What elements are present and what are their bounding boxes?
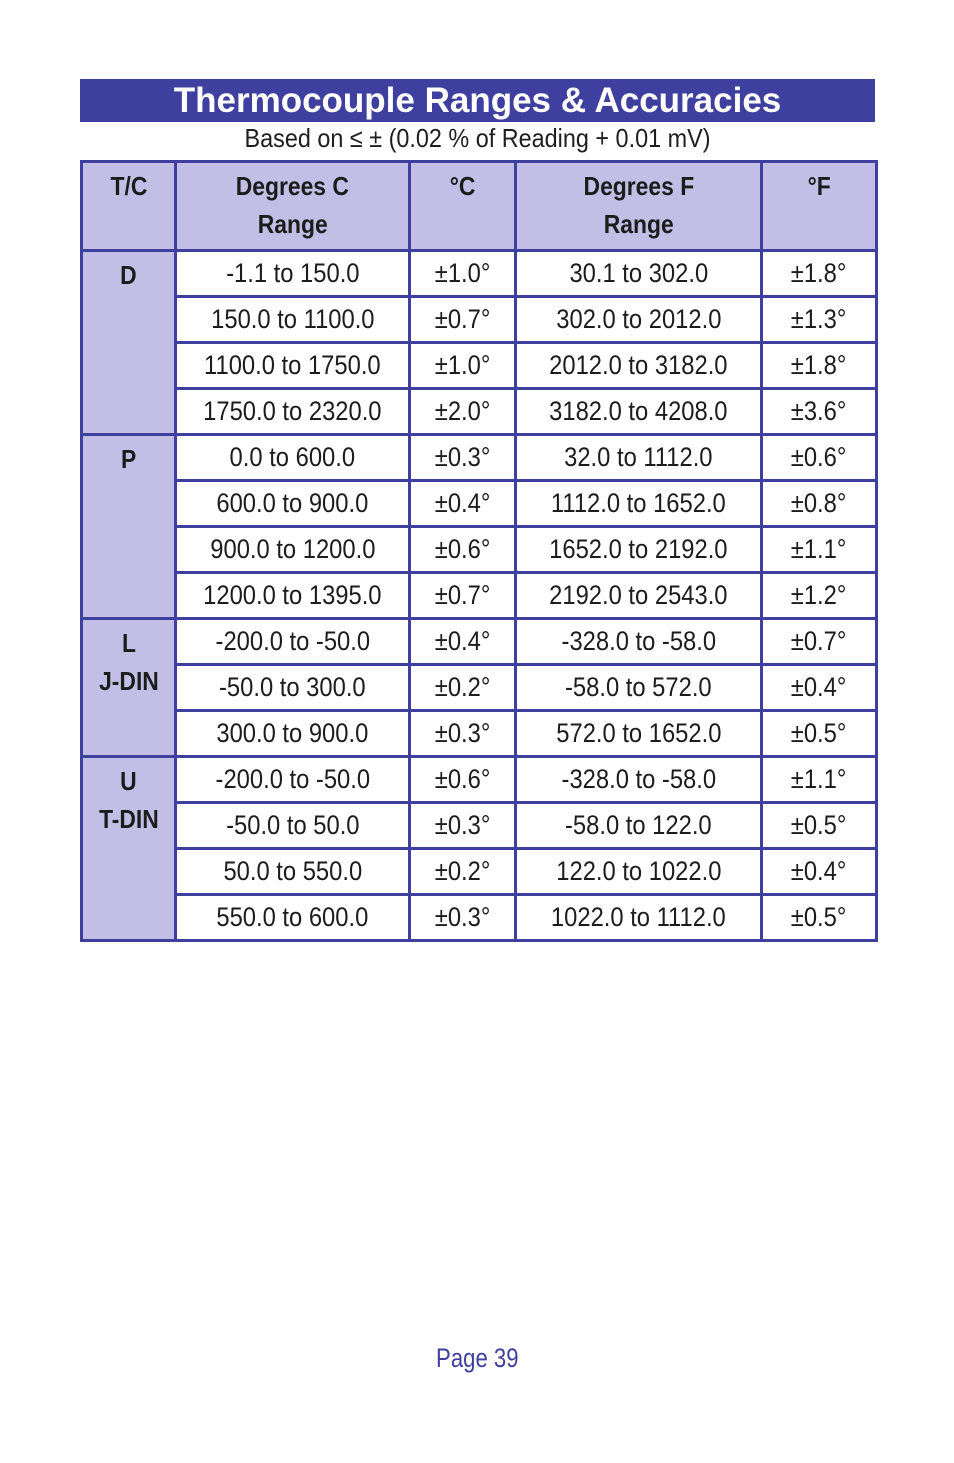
fahrenheit-range-cell: -58.0 to 122.0: [514, 801, 763, 850]
table-row: 1100.0 to 1750.0 ±1.0° 2012.0 to 3182.0 ±1.…: [82, 341, 878, 390]
celsius-accuracy-cell: ±0.6°: [408, 525, 517, 574]
thermocouple-type-cell: U T-DIN: [80, 755, 177, 942]
celsius-accuracy-cell: ±0.3°: [408, 801, 517, 850]
header-f-range: Degrees F Range: [514, 160, 763, 252]
celsius-range-cell: 50.0 to 550.0: [174, 847, 411, 896]
celsius-accuracy-cell: ±0.2°: [408, 663, 517, 712]
header-c-range: Degrees C Range: [174, 160, 411, 252]
fahrenheit-range-cell: 1112.0 to 1652.0: [514, 479, 763, 528]
table-row: U T-DIN -200.0 to -50.0 ±0.6° -328.0 to -58.…: [80, 755, 878, 942]
fahrenheit-range-cell: 3182.0 to 4208.0: [514, 387, 763, 436]
fahrenheit-range-cell: 122.0 to 1022.0: [514, 847, 763, 896]
celsius-range-cell: -50.0 to 50.0: [174, 801, 411, 850]
celsius-range-cell: -1.1 to 150.0: [174, 249, 411, 298]
table-row: D -1.1 to 150.0 ±1.0° 30.1 to 302.0 ±1.8°: [80, 249, 878, 436]
celsius-accuracy-cell: ±2.0°: [408, 387, 517, 436]
fahrenheit-accuracy-cell: ±3.6°: [760, 387, 878, 436]
fahrenheit-accuracy-cell: ±1.8°: [760, 249, 878, 298]
header-tc: T/C: [80, 160, 177, 252]
celsius-accuracy-cell: ±0.3°: [408, 433, 517, 482]
fahrenheit-range-cell: 572.0 to 1652.0: [514, 709, 763, 758]
table-row: -50.0 to 300.0 ±0.2° -58.0 to 572.0 ±0.4°: [82, 663, 878, 712]
fahrenheit-accuracy-cell: ±0.7°: [760, 617, 878, 666]
celsius-range-cell: 150.0 to 1100.0: [174, 295, 411, 344]
celsius-range-cell: 600.0 to 900.0: [174, 479, 411, 528]
celsius-range-cell: -50.0 to 300.0: [174, 663, 411, 712]
fahrenheit-accuracy-cell: ±0.6°: [760, 433, 878, 482]
celsius-accuracy-cell: ±0.4°: [408, 479, 517, 528]
celsius-accuracy-cell: ±0.3°: [408, 709, 517, 758]
celsius-range-cell: 1750.0 to 2320.0: [174, 387, 411, 436]
thermocouple-type-cell: P: [80, 433, 177, 620]
celsius-accuracy-cell: ±0.4°: [408, 617, 517, 666]
fahrenheit-range-cell: 2012.0 to 3182.0: [514, 341, 763, 390]
fahrenheit-range-cell: 302.0 to 2012.0: [514, 295, 763, 344]
celsius-accuracy-cell: ±0.3°: [408, 893, 517, 942]
celsius-range-cell: -200.0 to -50.0: [174, 755, 411, 804]
table-row: 1200.0 to 1395.0 ±0.7° 2192.0 to 2543.0 ±1.…: [82, 571, 878, 620]
table-row: 300.0 to 900.0 ±0.3° 572.0 to 1652.0 ±0.5°: [82, 709, 878, 758]
celsius-range-cell: 300.0 to 900.0: [174, 709, 411, 758]
fahrenheit-accuracy-cell: ±0.4°: [760, 663, 878, 712]
fahrenheit-range-cell: 32.0 to 1112.0: [514, 433, 763, 482]
table-row: -50.0 to 50.0 ±0.3° -58.0 to 122.0 ±0.5°: [82, 801, 878, 850]
celsius-accuracy-cell: ±0.7°: [408, 295, 517, 344]
fahrenheit-range-cell: -328.0 to -58.0: [514, 755, 763, 804]
fahrenheit-range-cell: 30.1 to 302.0: [514, 249, 763, 298]
fahrenheit-accuracy-cell: ±0.8°: [760, 479, 878, 528]
fahrenheit-accuracy-cell: ±0.5°: [760, 893, 878, 942]
fahrenheit-range-cell: 1652.0 to 2192.0: [514, 525, 763, 574]
fahrenheit-accuracy-cell: ±1.3°: [760, 295, 878, 344]
table-row: 600.0 to 900.0 ±0.4° 1112.0 to 1652.0 ±0.8°: [82, 479, 878, 528]
fahrenheit-accuracy-cell: ±1.2°: [760, 571, 878, 620]
table-row: 550.0 to 600.0 ±0.3° 1022.0 to 1112.0 ±0.5°: [82, 893, 878, 942]
celsius-accuracy-cell: ±1.0°: [408, 249, 517, 298]
thermocouple-type-cell: D: [80, 249, 177, 436]
fahrenheit-range-cell: 2192.0 to 2543.0: [514, 571, 763, 620]
fahrenheit-accuracy-cell: ±1.1°: [760, 525, 878, 574]
celsius-range-cell: 1200.0 to 1395.0: [174, 571, 411, 620]
fahrenheit-range-cell: 1022.0 to 1112.0: [514, 893, 763, 942]
table-row: 900.0 to 1200.0 ±0.6° 1652.0 to 2192.0 ±1.1…: [82, 525, 878, 574]
header-c-accuracy: °C: [408, 160, 517, 252]
thermocouple-table: T/C Degrees C Range °C Degrees F Range °F …: [80, 160, 878, 942]
page-title: Thermocouple Ranges & Accuracies: [80, 79, 875, 122]
celsius-range-cell: 900.0 to 1200.0: [174, 525, 411, 574]
celsius-accuracy-cell: ±0.2°: [408, 847, 517, 896]
accuracy-basis-note: Based on ≤ ± (0.02 % of Reading + 0.01 m…: [244, 123, 711, 153]
celsius-range-cell: 0.0 to 600.0: [174, 433, 411, 482]
fahrenheit-accuracy-cell: ±0.5°: [760, 801, 878, 850]
celsius-accuracy-cell: ±1.0°: [408, 341, 517, 390]
fahrenheit-range-cell: -328.0 to -58.0: [514, 617, 763, 666]
table-header-row: T/C Degrees C Range °C Degrees F Range °F: [80, 160, 878, 252]
table-row: 1750.0 to 2320.0 ±2.0° 3182.0 to 4208.0 ±3.…: [82, 387, 878, 436]
celsius-range-cell: 1100.0 to 1750.0: [174, 341, 411, 390]
fahrenheit-accuracy-cell: ±1.1°: [760, 755, 878, 804]
fahrenheit-accuracy-cell: ±0.5°: [760, 709, 878, 758]
celsius-range-cell: -200.0 to -50.0: [174, 617, 411, 666]
fahrenheit-accuracy-cell: ±0.4°: [760, 847, 878, 896]
celsius-accuracy-cell: ±0.7°: [408, 571, 517, 620]
table-row: P 0.0 to 600.0 ±0.3° 32.0 to 1112.0 ±0.6°: [80, 433, 878, 620]
table-row: 50.0 to 550.0 ±0.2° 122.0 to 1022.0 ±0.4°: [82, 847, 878, 896]
table-row: 150.0 to 1100.0 ±0.7° 302.0 to 2012.0 ±1.3°: [82, 295, 878, 344]
table-row: L J-DIN -200.0 to -50.0 ±0.4° -328.0 to -58.…: [80, 617, 878, 758]
celsius-range-cell: 550.0 to 600.0: [174, 893, 411, 942]
header-f-accuracy: °F: [760, 160, 878, 252]
fahrenheit-accuracy-cell: ±1.8°: [760, 341, 878, 390]
page-number: Page 39: [435, 1343, 519, 1373]
fahrenheit-range-cell: -58.0 to 572.0: [514, 663, 763, 712]
thermocouple-type-cell: L J-DIN: [80, 617, 177, 758]
celsius-accuracy-cell: ±0.6°: [408, 755, 517, 804]
